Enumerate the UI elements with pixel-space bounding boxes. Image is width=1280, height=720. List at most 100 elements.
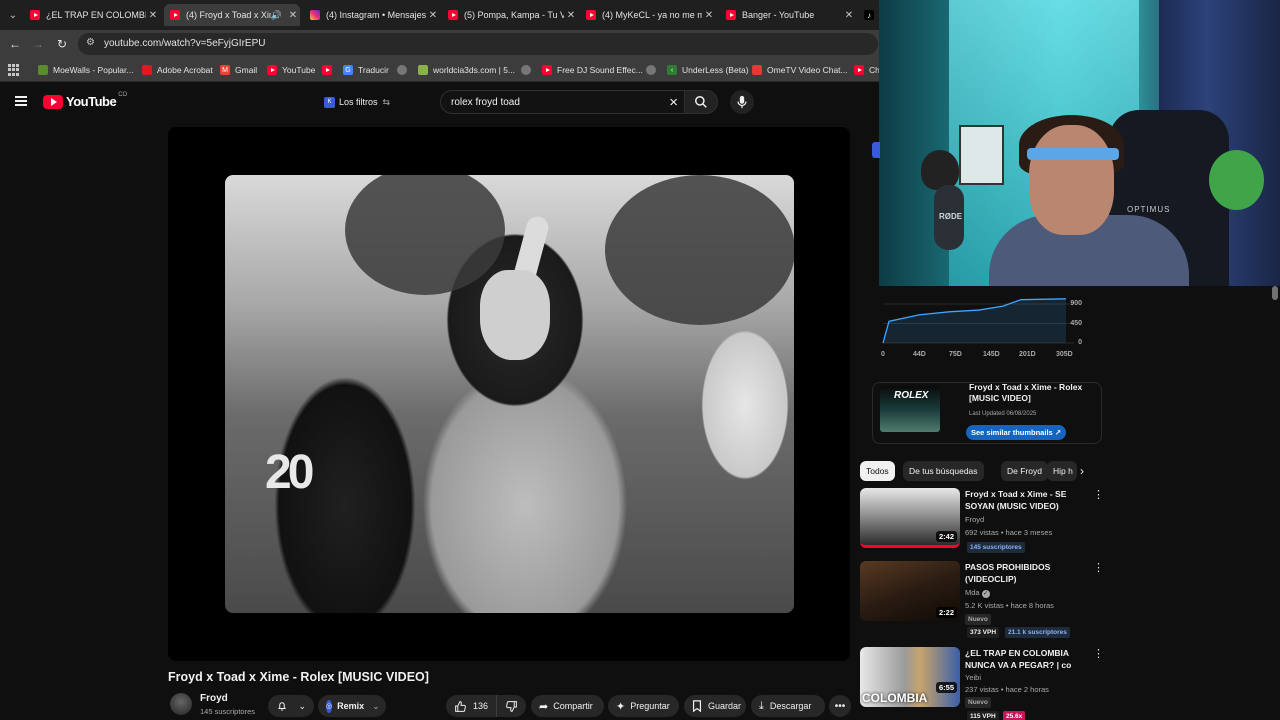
extension-tab[interactable] [872, 142, 880, 158]
x-tick-label: 145D [983, 351, 1000, 358]
recommendation-title[interactable]: PASOS PROHIBIDOS (VIDEOCLIP) [965, 561, 1093, 585]
creeper-plush [1209, 150, 1264, 210]
notifications-button[interactable]: ⌄ [268, 695, 314, 717]
recommendation-item[interactable]: 2:42 Froyd x Toad x Xime - SE SOYAN (MUS… [860, 488, 1105, 553]
chip-from-froyd[interactable]: De Froyd [1001, 461, 1048, 481]
more-vertical-icon[interactable]: ⋮ [1093, 488, 1104, 501]
recommendation-title[interactable]: Froyd x Toad x Xime - SE SOYAN (MUSIC VI… [965, 488, 1093, 512]
recommendation-channel[interactable]: Mda [965, 588, 980, 597]
video-frame[interactable]: 20 [225, 175, 794, 613]
download-button[interactable]: ⤓ Descargar [751, 695, 825, 717]
forward-arrow-icon[interactable]: → [30, 36, 46, 52]
recommendation-channel[interactable]: Froyd [965, 515, 984, 524]
url-text[interactable]: youtube.com/watch?v=5eFyjGIrEPU [104, 38, 265, 49]
video-thumbnail[interactable]: COLOMBIA 6:55 [860, 647, 960, 707]
ask-button[interactable]: ✦ Preguntar [608, 695, 679, 717]
dislike-button[interactable] [497, 695, 526, 717]
browser-tab-active[interactable]: (4) Froyd x Toad x Xim 🔊 ✕ [164, 4, 300, 26]
close-tab-icon[interactable]: ✕ [564, 10, 578, 21]
bookmark-item[interactable]: YouTube [267, 63, 315, 77]
plush-cat [921, 150, 959, 190]
address-bar[interactable]: ⚙ youtube.com/watch?v=5eFyjGIrEPU [78, 33, 878, 55]
like-button[interactable]: 136 [446, 695, 498, 717]
chip-hip-hop[interactable]: Hip h [1047, 461, 1077, 481]
bookmarks-bar: MoeWalls - Popular... Adobe Acrobat M Gma… [0, 58, 880, 82]
recommendation-item[interactable]: COLOMBIA 6:55 ¿EL TRAP EN COLOMBIA NUNCA… [860, 647, 1105, 720]
close-tab-icon[interactable]: ✕ [702, 10, 716, 21]
related-thumbnail[interactable]: ROLEX [880, 386, 940, 432]
chip-from-your-searches[interactable]: De tus búsquedas [903, 461, 984, 481]
bookmark-label: Free DJ Sound Effec... [557, 65, 643, 75]
x-tick-label: 44D [913, 351, 926, 358]
bookmark-label: YouTube [282, 65, 316, 75]
audio-playing-icon[interactable]: 🔊 [271, 10, 282, 21]
filters-button[interactable]: K Los filtros ⇆ [318, 92, 396, 112]
video-player[interactable]: 20 [168, 127, 850, 661]
search-icon [695, 96, 707, 108]
share-button[interactable]: ➦ Compartir [531, 695, 604, 717]
channel-avatar[interactable] [170, 693, 192, 715]
bookmark-item[interactable]: M Gmail [220, 63, 257, 77]
more-actions-button[interactable]: ••• [829, 695, 851, 717]
duration-badge: 6:55 [935, 682, 957, 693]
reload-icon[interactable]: ↻ [54, 36, 70, 52]
browser-tab[interactable]: (4) MyKeCL - ya no me m ✕ [580, 4, 716, 26]
menu-icon[interactable] [15, 96, 27, 106]
chip-all[interactable]: Todos [860, 461, 895, 481]
recommendation-channel[interactable]: Yeibi [965, 673, 981, 682]
clear-search-icon[interactable]: × [669, 94, 678, 111]
back-arrow-icon[interactable]: ← [7, 36, 23, 52]
remix-button[interactable]: ◎ Remix ⌄ [318, 695, 386, 717]
bookmark-item[interactable] [646, 63, 661, 77]
youtube-logo[interactable]: YouTube CO [43, 92, 127, 109]
search-input[interactable]: rolex froyd toad × [440, 90, 685, 114]
bookmark-item[interactable]: OmeTV Video Chat... [752, 63, 848, 77]
chevron-right-icon[interactable]: › [1080, 464, 1084, 478]
tab-search-chevron-icon[interactable]: ⌄ [4, 6, 22, 24]
bookmark-item[interactable]: G Traducir [343, 63, 389, 77]
bookmark-item[interactable]: ‹ UnderLess (Beta) [667, 63, 749, 77]
bookmark-item[interactable]: worldcia3ds.com | 5... [418, 63, 515, 77]
bookmark-label: worldcia3ds.com | 5... [433, 65, 516, 75]
browser-tab-tiktok[interactable]: ♪ [858, 4, 880, 26]
bookmark-item[interactable]: Adobe Acrobat [142, 63, 213, 77]
bookmark-item[interactable]: Free DJ Sound Effec... [542, 63, 643, 77]
bookmark-item[interactable]: Ch [854, 63, 880, 77]
recommendation-title[interactable]: ¿EL TRAP EN COLOMBIA NUNCA VA A PEGAR? |… [965, 647, 1093, 671]
recommendation-meta: 5.2 K vistas • hace 8 horas [965, 601, 1054, 610]
browser-tab[interactable]: Banger - YouTube ✕ [720, 4, 856, 26]
related-title[interactable]: Froyd x Toad x Xime - Rolex [MUSIC VIDEO… [969, 382, 1089, 404]
see-similar-thumbnails-button[interactable]: See similar thumbnails ↗ [966, 425, 1067, 440]
scrollbar-thumb[interactable] [1272, 286, 1278, 300]
bookmark-item[interactable]: MoeWalls - Popular... [38, 63, 133, 77]
close-tab-icon[interactable]: ✕ [842, 10, 856, 21]
bookmark-item[interactable] [397, 63, 412, 77]
close-tab-icon[interactable]: ✕ [146, 10, 160, 21]
more-vertical-icon[interactable]: ⋮ [1093, 647, 1104, 660]
video-thumbnail[interactable]: 2:22 [860, 561, 960, 621]
video-thumbnail[interactable]: 2:42 [860, 488, 960, 548]
download-label: Descargar [769, 701, 812, 711]
subscribers-tag: 145 suscriptores [967, 542, 1025, 553]
bookmark-item[interactable] [521, 63, 536, 77]
browser-tab[interactable]: ¿EL TRAP EN COLOMBIA N ✕ [24, 4, 160, 26]
close-tab-icon[interactable]: ✕ [286, 10, 300, 21]
search-button[interactable] [684, 90, 718, 114]
recommendation-item[interactable]: 2:22 PASOS PROHIBIDOS (VIDEOCLIP) ⋮ Mda … [860, 561, 1105, 641]
chevron-down-icon: ⌄ [372, 700, 380, 711]
search-query-text[interactable]: rolex froyd toad [451, 97, 520, 108]
voice-search-button[interactable] [730, 90, 754, 114]
channel-name[interactable]: Froyd [200, 693, 228, 704]
bookmark-item[interactable] [322, 63, 337, 77]
site-settings-icon[interactable]: ⚙ [86, 37, 95, 48]
browser-tab[interactable]: (4) Instagram • Mensajes ✕ [304, 4, 440, 26]
more-vertical-icon[interactable]: ⋮ [1093, 561, 1104, 574]
apps-grid-icon[interactable] [8, 64, 20, 76]
background-tree [345, 175, 505, 295]
save-button[interactable]: Guardar [684, 695, 746, 717]
recommendation-channel-row[interactable]: Mda ✓ [965, 588, 990, 598]
browser-tab[interactable]: (5) Pompa, Kampa - Tu Vi ✕ [442, 4, 578, 26]
headband [1027, 148, 1119, 160]
subscriber-count: 145 suscriptores [200, 707, 256, 716]
close-tab-icon[interactable]: ✕ [426, 10, 440, 21]
